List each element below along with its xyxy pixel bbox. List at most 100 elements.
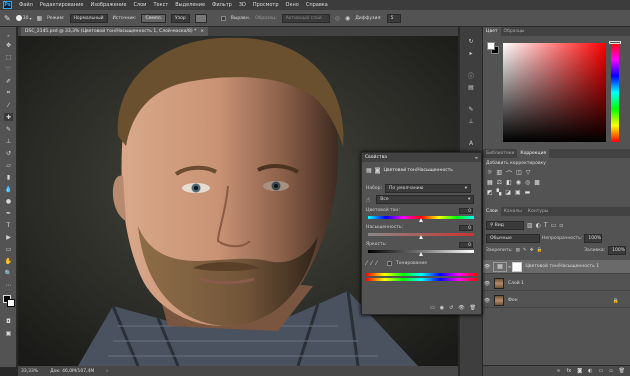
filter-shape-icon[interactable]: ▭ [551, 222, 557, 229]
clone-source-icon[interactable]: ⊥ [466, 117, 476, 126]
hue-slider-thumb[interactable] [419, 218, 423, 222]
crop-tool-icon[interactable]: ⌗ [4, 89, 13, 97]
hue-slider-thumb[interactable] [609, 41, 621, 44]
tab-color[interactable]: Цвет [483, 27, 501, 36]
sample-select[interactable]: Активный слой [281, 13, 330, 23]
chain-icon[interactable]: ∞ [508, 264, 511, 269]
menu-view[interactable]: Просмотр [253, 2, 279, 8]
gradient-tool-icon[interactable]: ▮ [4, 173, 13, 181]
vibrance-icon[interactable]: ▽ [526, 169, 531, 178]
mode-select[interactable]: Нормальный [69, 13, 108, 23]
eyedropper-minus-icon[interactable]: ⁄ [376, 260, 377, 267]
background-color-swatch[interactable] [7, 299, 15, 307]
saturation-input[interactable]: 0 [459, 225, 473, 231]
brush-settings-icon[interactable]: ▦ [36, 15, 42, 22]
new-layer-icon[interactable]: ▫ [609, 368, 612, 374]
saturation-slider-thumb[interactable] [419, 235, 423, 239]
toggle-visibility-icon[interactable]: 👁 [458, 305, 464, 311]
layer-name[interactable]: Слой 1 [508, 281, 524, 286]
filter-pixel-icon[interactable]: ▨ [527, 222, 533, 229]
more-tools-icon[interactable]: ⋯ [4, 281, 13, 289]
tab-swatches[interactable]: Образцы [501, 27, 528, 36]
collapse-icon[interactable]: » [4, 31, 13, 39]
menu-3d[interactable]: 3D [239, 2, 246, 8]
filter-adjust-icon[interactable]: ◐ [536, 222, 541, 229]
clone-stamp-tool-icon[interactable]: ⊥ [4, 137, 13, 145]
pen-tool-icon[interactable]: ✒ [4, 209, 13, 217]
hand-tool-icon[interactable]: ✋ [4, 257, 13, 265]
blur-tool-icon[interactable]: 💧 [4, 185, 13, 193]
history-brush-tool-icon[interactable]: ↺ [4, 149, 13, 157]
brush-tool-icon[interactable]: ✎ [4, 125, 13, 133]
histogram-icon[interactable]: ▤ [466, 83, 476, 92]
opacity-input[interactable]: 100% [584, 234, 603, 243]
properties-header[interactable]: Свойства ≡ [362, 153, 481, 162]
lightness-input[interactable]: 0 [459, 242, 473, 248]
layer-row[interactable]: 👁 Слой 1 [483, 277, 630, 291]
tab-libraries[interactable]: Библиотеки [483, 149, 517, 158]
menu-icon[interactable]: ≡ [475, 155, 478, 160]
zoom-tool-icon[interactable]: 🔍 [4, 269, 13, 277]
actions-icon[interactable]: ▸ [466, 49, 476, 58]
hue-sat-adjust-icon[interactable]: ▦ [366, 167, 372, 174]
color-balance-icon[interactable]: ⚖ [497, 179, 502, 186]
gradient-map-icon[interactable]: ▬ [525, 189, 531, 196]
reset-icon[interactable]: ↺ [449, 305, 453, 311]
hue-sat-icon[interactable]: ▦ [487, 179, 493, 186]
visibility-eye-icon[interactable]: 👁 [483, 281, 491, 287]
dodge-tool-icon[interactable]: ● [4, 197, 13, 205]
menu-window[interactable]: Окно [286, 2, 299, 8]
menu-edit[interactable]: Редактирование [40, 2, 84, 8]
view-previous-icon[interactable]: ◉ [440, 305, 444, 311]
quick-select-tool-icon[interactable]: ✐ [4, 77, 13, 85]
filter-type-icon[interactable]: T [544, 222, 548, 229]
new-group-icon[interactable]: ▭ [599, 368, 604, 374]
black-white-icon[interactable]: ◧ [506, 179, 512, 186]
zoom-level[interactable]: 33,33% [21, 369, 38, 374]
posterize-icon[interactable]: ▚ [497, 189, 502, 196]
menu-image[interactable]: Изображение [90, 2, 126, 8]
lock-all-icon[interactable]: 🔒 [536, 248, 542, 253]
colorize-checkbox[interactable] [387, 261, 393, 266]
hue-slider[interactable] [611, 43, 619, 142]
add-mask-icon[interactable]: ◙ [577, 368, 582, 374]
new-adjustment-icon[interactable]: ◐ [588, 368, 592, 374]
eyedropper-icon[interactable]: ⁄ [366, 260, 367, 267]
eraser-tool-icon[interactable]: ▱ [4, 161, 13, 169]
type-tool-icon[interactable]: T [4, 221, 13, 229]
curves-icon[interactable]: ⌒ [506, 169, 512, 178]
brightness-icon[interactable]: ☼ [487, 169, 492, 178]
trash-icon[interactable]: 🗑 [619, 368, 625, 374]
screen-mode-icon[interactable]: ▣ [4, 329, 13, 337]
move-tool-icon[interactable]: ✥ [4, 41, 13, 49]
menu-filter[interactable]: Фильтр [212, 2, 232, 8]
healing-brush-tool-icon[interactable]: ✚ [4, 113, 13, 121]
chevron-right-icon[interactable]: › [106, 369, 108, 374]
source-sample-button[interactable]: Семпл. [141, 13, 167, 23]
aligned-checkbox[interactable] [220, 15, 226, 21]
link-layers-icon[interactable]: ∞ [556, 368, 560, 374]
lock-pixels-icon[interactable]: ▨ [516, 248, 520, 253]
layer-name[interactable]: Фон [508, 298, 518, 303]
eyedropper-tool-icon[interactable]: ⁄ [4, 101, 13, 109]
diffusion-input[interactable]: 5 [386, 13, 401, 23]
brush-presets-icon[interactable]: ✎ [466, 105, 476, 114]
layer-name[interactable]: Цветовой тон/Насыщенность 1 [525, 264, 599, 269]
history-icon[interactable]: ↻ [466, 37, 476, 46]
pattern-swatch[interactable] [194, 13, 207, 23]
close-icon[interactable]: × [200, 29, 204, 34]
tab-paths[interactable]: Контуры [525, 207, 552, 216]
fill-input[interactable]: 100% [608, 246, 627, 255]
invert-icon[interactable]: ◩ [487, 189, 493, 196]
menu-help[interactable]: Справка [306, 2, 328, 8]
clip-to-layer-icon[interactable]: ▭ [430, 305, 435, 311]
tab-channels[interactable]: Каналы [501, 207, 525, 216]
pressure-icon[interactable]: ◉ [345, 15, 350, 22]
threshold-icon[interactable]: ◪ [505, 189, 511, 196]
visibility-eye-icon[interactable]: 👁 [483, 298, 491, 304]
tab-adjustments[interactable]: Коррекция [517, 149, 550, 158]
exposure-icon[interactable]: ◫ [516, 169, 522, 178]
menu-text[interactable]: Текст [153, 2, 168, 8]
channel-select[interactable]: Все ▾ [376, 195, 475, 204]
foreground-background-swatch[interactable] [487, 42, 499, 54]
